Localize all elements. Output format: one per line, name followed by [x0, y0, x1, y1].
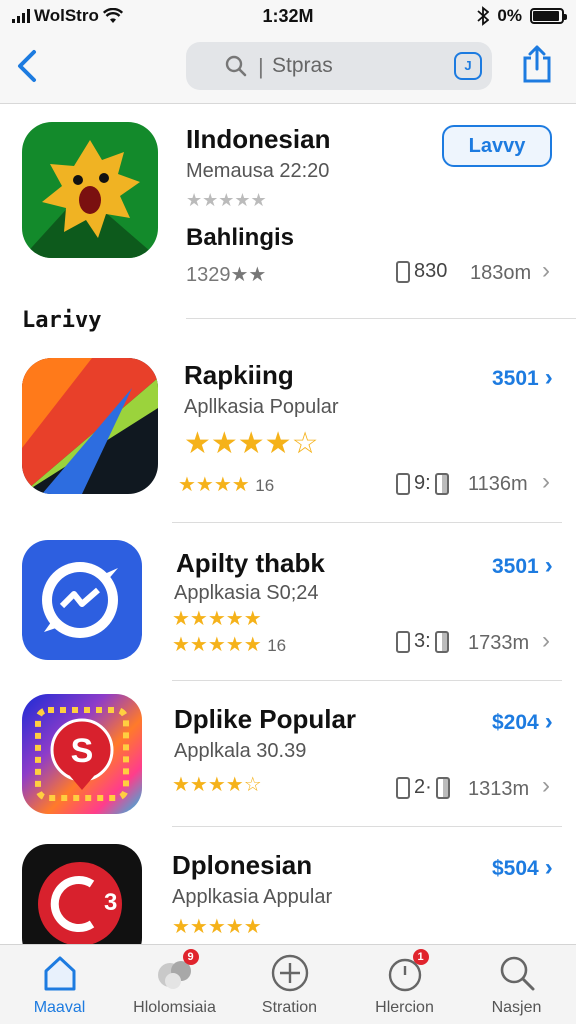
tab-label: Hlolomsiaia	[133, 999, 216, 1016]
featured-app-subtitle: Memausa 22:20	[186, 160, 330, 182]
divider	[172, 680, 562, 681]
tab-timer[interactable]: 1 Hlercion	[347, 949, 462, 1017]
app-price[interactable]: $204 ›	[492, 708, 553, 736]
app-size: 1733m	[468, 632, 530, 654]
app-subtitle: Applkala 30.39	[174, 740, 307, 762]
s-badge-icon: S	[35, 707, 129, 801]
chevron-right-icon[interactable]: ›	[542, 627, 550, 655]
app-device-count: 2·	[396, 776, 450, 799]
featured-app-icon[interactable]	[22, 122, 158, 258]
divider	[186, 318, 576, 319]
svg-text:3: 3	[104, 889, 117, 916]
battery-icon	[530, 8, 567, 24]
featured-size: 183om	[470, 262, 532, 284]
notification-badge: 1	[412, 949, 429, 965]
search-cursor: |	[258, 54, 264, 79]
battery-percent: 0%	[497, 6, 522, 25]
tab-label: Stration	[261, 999, 318, 1016]
device-icon	[396, 630, 410, 653]
tab-home[interactable]: Maaval	[2, 953, 117, 1017]
section-title: Larivy	[22, 308, 102, 333]
device-icon	[396, 776, 410, 799]
tab-label: Maaval	[33, 999, 86, 1016]
tab-people[interactable]: 9 Hlolomsiaia	[117, 949, 232, 1017]
app-subtitle: Applkasia S0;24	[174, 582, 319, 604]
featured-rating: 1329★★	[186, 264, 267, 286]
monster-icon	[22, 140, 158, 258]
app-device-count: 3:	[396, 630, 449, 653]
app-subtitle: Apllkasia Popular	[184, 396, 339, 418]
share-icon[interactable]	[520, 44, 554, 84]
clipboard-button[interactable]: J	[454, 52, 482, 80]
search-field[interactable]: | Stpras J	[186, 42, 492, 90]
device-half-icon	[435, 776, 450, 799]
app-device-count: 9:	[396, 472, 449, 495]
get-button[interactable]: Lavvy	[442, 125, 552, 167]
home-icon	[44, 956, 75, 991]
featured-app-name: IIndonesian	[186, 124, 331, 154]
tab-bar: Maaval 9 Hlolomsiaia Stration 1 Hlercion…	[0, 944, 576, 1024]
notification-badge: 9	[182, 949, 199, 965]
plus-circle-icon	[271, 954, 308, 992]
app-small-stars: ★★★★★ 16	[172, 634, 287, 656]
device-half-icon	[434, 630, 449, 653]
featured-count: 830	[414, 260, 448, 282]
app-small-stars: ★★★★★	[172, 916, 262, 938]
app-name: Dplike Popular	[174, 704, 357, 734]
featured-rating-stars: ★★★★★	[186, 190, 267, 210]
tab-label: Hlercion	[375, 999, 434, 1016]
app-big-stars: ★★★★☆	[184, 427, 319, 460]
app-name: Apilty thabk	[176, 548, 325, 578]
search-query[interactable]: Stpras	[272, 54, 333, 78]
app-small-stars: ★★★★☆	[172, 774, 262, 796]
chevron-right-icon[interactable]: ›	[542, 257, 550, 285]
bluetooth-icon	[477, 6, 490, 26]
tab-add[interactable]: Stration	[232, 953, 347, 1017]
divider	[172, 522, 562, 523]
device-icon	[396, 472, 410, 495]
app-size: 1313m	[468, 778, 530, 800]
app-subtitle: Applkasia Appular	[172, 886, 333, 908]
search-icon	[225, 55, 247, 77]
app-small-stars: ★★★★ 16	[178, 474, 275, 496]
featured-device-count: 830	[396, 260, 447, 283]
divider	[172, 826, 562, 827]
app-big-stars: ★★★★★	[172, 608, 262, 630]
app-price[interactable]: $504 ›	[492, 854, 553, 882]
device-icon	[396, 260, 410, 283]
app-price[interactable]: 3501 ›	[492, 552, 553, 580]
app-name: Rapkiing	[184, 360, 294, 390]
navigation-bar: | Stpras J	[0, 32, 576, 104]
app-price[interactable]: 3501 ›	[492, 364, 553, 392]
status-bar: WolStro 1:32M 0%	[0, 0, 576, 32]
back-chevron-icon[interactable]	[12, 46, 44, 86]
abstract-color-icon	[22, 358, 158, 494]
chevron-right-icon[interactable]: ›	[542, 468, 550, 496]
app-name: Dplonesian	[172, 850, 313, 880]
svg-text:S: S	[71, 732, 94, 770]
messenger-icon	[42, 562, 118, 638]
app-icon[interactable]	[22, 540, 142, 660]
tab-search[interactable]: Nasjen	[459, 953, 574, 1017]
search-icon	[500, 956, 534, 991]
device-half-icon	[434, 472, 449, 495]
chevron-right-icon[interactable]: ›	[542, 772, 550, 800]
tab-label: Nasjen	[491, 999, 542, 1016]
app-size: 1136m	[468, 473, 528, 495]
featured-secondary-name: Bahlingis	[186, 224, 295, 251]
app-icon[interactable]: S	[22, 694, 142, 814]
app-icon[interactable]	[22, 358, 158, 494]
